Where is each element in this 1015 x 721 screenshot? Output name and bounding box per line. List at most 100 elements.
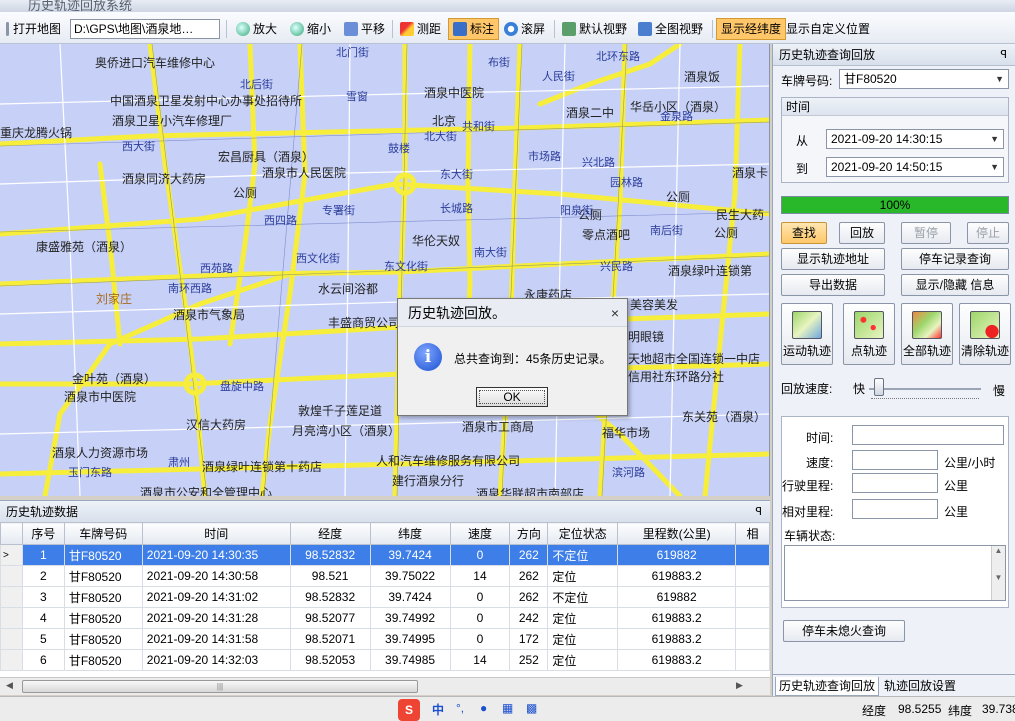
from-datetime[interactable]: 2021-09-20 14:30:15 ▼ <box>826 129 1004 149</box>
row-indicator[interactable] <box>0 607 23 629</box>
parking-record-query-button[interactable]: 停车记录查询 <box>901 248 1009 270</box>
column-header[interactable]: 速度 <box>449 522 511 545</box>
close-icon[interactable]: × <box>611 299 619 327</box>
table-cell: 定位 <box>547 565 619 587</box>
column-header[interactable]: 定位状态 <box>547 522 619 545</box>
map-label: 汉信大药房 <box>186 418 247 432</box>
toggle-info-button[interactable]: 显示/隐藏 信息 <box>901 274 1009 296</box>
clear-track-button[interactable]: 清除轨迹 <box>959 303 1011 365</box>
table-cell: 甘F80520 <box>63 649 143 671</box>
table-row[interactable]: 2 甘F80520 2021-09-20 14:30:58 98.521 39.7502… <box>0 565 770 587</box>
time-field[interactable] <box>852 425 1004 445</box>
map-label: 东关苑（酒泉） <box>682 410 767 424</box>
row-indicator[interactable] <box>0 628 23 650</box>
table-row[interactable]: 5 甘F80520 2021-09-20 14:31:58 98.52071 39.74… <box>0 628 770 650</box>
find-button[interactable]: 查找 <box>781 222 827 244</box>
pause-button[interactable]: 暂停 <box>901 222 951 244</box>
export-data-button[interactable]: 导出数据 <box>781 274 885 296</box>
stop-button[interactable]: 停止 <box>967 222 1009 244</box>
horizontal-scrollbar[interactable]: ◀ ||| ▶ <box>0 677 770 695</box>
road-label: 南环西路 <box>168 283 212 295</box>
table-row[interactable]: 3 甘F80520 2021-09-20 14:31:02 98.52832 39.74… <box>0 586 770 608</box>
row-indicator[interactable]: > <box>0 544 23 566</box>
vehicle-status-textarea[interactable]: ▲ ▼ <box>784 545 1006 601</box>
dynamic-track-icon <box>792 311 822 339</box>
map-label: 信用社东环路分社 <box>628 370 725 384</box>
to-datetime[interactable]: 2021-09-20 14:50:15 ▼ <box>826 157 1004 177</box>
road-label: 布街 <box>488 57 510 69</box>
chevron-down-icon: ▼ <box>995 74 1004 84</box>
dynamic-track-button[interactable]: 运动轨迹 <box>781 303 833 365</box>
table-cell: 619883.2 <box>617 649 737 671</box>
panel-title: 历史轨迹查询回放 ꟼ <box>773 44 1015 66</box>
ime-punct-mode[interactable]: °, <box>456 701 464 715</box>
table-cell: 619882 <box>617 586 737 608</box>
table-row[interactable]: 4 甘F80520 2021-09-20 14:31:28 98.52077 39.74… <box>0 607 770 629</box>
row-indicator[interactable] <box>0 649 23 671</box>
pin-icon[interactable]: ꟼ <box>1000 44 1007 66</box>
sogou-ime-icon[interactable]: S <box>398 699 420 721</box>
map-label: 酒泉饭 <box>684 70 721 84</box>
zoom-out-button[interactable]: 缩小 <box>286 18 335 40</box>
speed-field-label: 速度: <box>806 456 834 470</box>
scroll-right-icon[interactable]: ▶ <box>736 680 743 691</box>
road-label: 西四路 <box>264 215 297 227</box>
vertical-scrollbar[interactable]: ▲ ▼ <box>991 546 1005 600</box>
microphone-icon[interactable]: ● <box>480 701 487 715</box>
mileage-field[interactable] <box>852 473 938 493</box>
road-label: 南后街 <box>650 225 683 237</box>
zoom-in-button[interactable]: 放大 <box>232 18 281 40</box>
scrollbar-thumb[interactable]: ||| <box>22 680 418 693</box>
table-row[interactable]: >1 甘F80520 2021-09-20 14:30:35 98.52832 39.7… <box>0 544 770 566</box>
point-track-button[interactable]: 点轨迹 <box>843 303 895 365</box>
column-header[interactable]: 方向 <box>509 522 549 545</box>
relative-mileage-field[interactable] <box>852 499 938 519</box>
map-label: 重庆龙腾火锅 <box>0 126 73 140</box>
map-label: 华伦天奴 <box>412 234 461 248</box>
full-view-button[interactable]: 全图视野 <box>634 18 707 40</box>
tab-history-query[interactable]: 历史轨迹查询回放 <box>775 677 880 696</box>
apps-icon[interactable]: ▩ <box>526 701 537 715</box>
measure-button[interactable]: 测距 <box>396 18 445 40</box>
chevron-down-icon: ▼ <box>990 134 999 144</box>
road-label: 专署街 <box>322 205 355 217</box>
column-header[interactable]: 相 <box>735 522 770 545</box>
show-custom-position-button[interactable]: 显示自定义位置 <box>782 18 874 40</box>
table-cell <box>735 607 770 629</box>
speed-slider-thumb[interactable] <box>874 378 885 396</box>
pan-button[interactable]: 平移 <box>340 18 389 40</box>
speed-slider-track[interactable] <box>869 388 981 390</box>
tab-replay-settings[interactable]: 轨迹回放设置 <box>881 677 959 696</box>
show-lnglat-button[interactable]: 显示经纬度 <box>716 18 787 40</box>
scroll-button[interactable]: 滚屏 <box>500 18 549 40</box>
pin-icon[interactable]: ꟼ <box>755 501 762 523</box>
speed-field[interactable] <box>852 450 938 470</box>
open-map-button[interactable]: 打开地图 <box>2 18 65 40</box>
row-indicator[interactable] <box>0 586 23 608</box>
table-row[interactable]: 6 甘F80520 2021-09-20 14:32:03 98.52053 39.74… <box>0 649 770 671</box>
ime-chinese-mode[interactable]: 中 <box>432 701 444 718</box>
column-header[interactable]: 里程数(公里) <box>617 522 737 545</box>
park-engine-on-query-button[interactable]: 停车未熄火查询 <box>783 620 905 642</box>
column-header[interactable]: 时间 <box>141 522 291 545</box>
map-label: 水云间浴都 <box>318 282 379 296</box>
show-track-address-button[interactable]: 显示轨迹地址 <box>781 248 885 270</box>
plate-combo[interactable]: 甘F80520 ▼ <box>839 69 1009 89</box>
column-header[interactable]: 经度 <box>289 522 371 545</box>
keyboard-icon[interactable]: ▦ <box>502 701 513 715</box>
default-view-button[interactable]: 默认视野 <box>558 18 631 40</box>
map-path-combo[interactable]: D:\GPS\地图\酒泉地… <box>70 19 220 39</box>
mark-button[interactable]: 标注 <box>448 18 500 40</box>
column-header[interactable]: 纬度 <box>369 522 451 545</box>
column-header[interactable]: 序号 <box>21 522 65 545</box>
table-cell: 0 <box>449 544 511 566</box>
map-canvas[interactable]: 奥侨进口汽车维修中心 中国酒泉卫星发射中心办事处招待所 酒泉卫星小汽车修理厂 重… <box>0 44 770 496</box>
monitor-icon <box>562 22 576 36</box>
ok-button[interactable]: OK <box>476 387 548 407</box>
row-indicator[interactable] <box>0 565 23 587</box>
all-track-button[interactable]: 全部轨迹 <box>901 303 953 365</box>
replay-button[interactable]: 回放 <box>839 222 885 244</box>
table-cell <box>735 544 770 566</box>
scroll-left-icon[interactable]: ◀ <box>6 680 13 691</box>
column-header[interactable]: 车牌号码 <box>63 522 143 545</box>
